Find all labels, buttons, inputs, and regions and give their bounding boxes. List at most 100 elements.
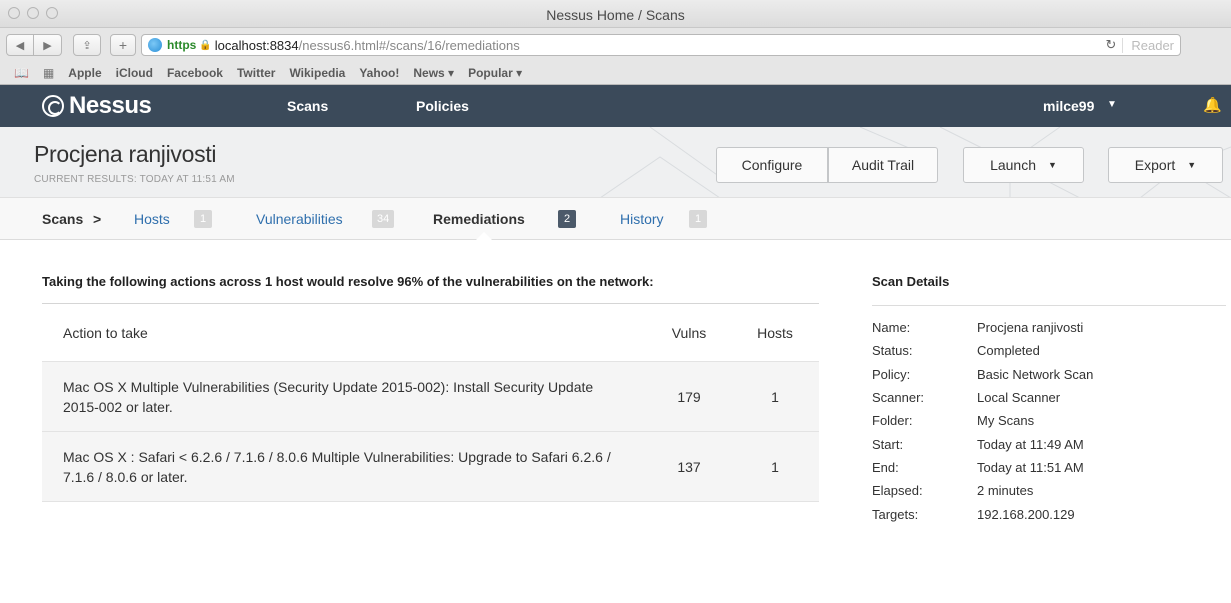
tab-vulnerabilities[interactable]: Vulnerabilities xyxy=(256,211,343,227)
main-content: Taking the following actions across 1 ho… xyxy=(0,240,1231,602)
table-header-row: Action to take Vulns Hosts xyxy=(42,303,819,362)
history-count-badge: 1 xyxy=(689,210,707,228)
bookmark-news[interactable]: News ▾ xyxy=(413,66,454,80)
detail-row: End: Today at 11:51 AM xyxy=(872,456,1226,479)
detail-row: Start: Today at 11:49 AM xyxy=(872,432,1226,455)
new-tab-button[interactable]: + xyxy=(110,34,136,56)
brand-name: Nessus xyxy=(69,92,152,119)
detail-row: Scanner: Local Scanner xyxy=(872,386,1226,409)
bookmark-popular[interactable]: Popular ▾ xyxy=(468,66,522,80)
remediation-hosts: 1 xyxy=(731,361,819,432)
share-icon: ⇪ xyxy=(82,39,92,52)
hosts-count-badge: 1 xyxy=(194,210,212,228)
scan-details-title: Scan Details xyxy=(872,274,950,289)
bookmark-icloud[interactable]: iCloud xyxy=(116,66,153,80)
remediation-vulns: 179 xyxy=(647,361,731,432)
breadcrumb-separator: > xyxy=(93,211,102,227)
window-title: Nessus Home / Scans xyxy=(546,7,685,23)
brand-logo[interactable]: Nessus xyxy=(42,92,152,120)
window-titlebar: Nessus Home / Scans xyxy=(0,0,1231,28)
book-icon[interactable]: 📖 xyxy=(14,66,29,80)
divider xyxy=(872,305,1226,306)
tab-hosts[interactable]: Hosts xyxy=(134,211,170,227)
nessus-logo-icon xyxy=(42,95,64,117)
remediation-action: Mac OS X : Safari < 6.2.6 / 7.1.6 / 8.0.… xyxy=(42,431,647,502)
history-nav: ◀ ▶ xyxy=(6,34,62,56)
detail-row: Elapsed: 2 minutes xyxy=(872,479,1226,502)
detail-label: Targets: xyxy=(872,506,919,522)
detail-label: Name: xyxy=(872,320,911,336)
browser-toolbar: ◀ ▶ ⇪ + https 🔒 localhost:8834 /nessus6.… xyxy=(0,28,1231,62)
https-badge: https xyxy=(167,38,197,52)
audit-trail-button[interactable]: Audit Trail xyxy=(828,147,938,183)
chevron-down-icon: ▼ xyxy=(1187,160,1197,170)
back-button[interactable]: ◀ xyxy=(6,34,34,56)
share-button[interactable]: ⇪ xyxy=(73,34,101,56)
detail-row: Policy: Basic Network Scan xyxy=(872,363,1226,386)
bookmarks-bar: 📖 ▦ Apple iCloud Facebook Twitter Wikipe… xyxy=(0,62,1231,85)
column-header-vulns[interactable]: Vulns xyxy=(647,303,731,362)
forward-button[interactable]: ▶ xyxy=(34,34,62,56)
detail-value: Procjena ranjivosti xyxy=(977,320,1084,336)
export-label: Export xyxy=(1134,157,1176,173)
detail-value: My Scans xyxy=(977,413,1035,429)
chevron-down-icon: ▼ xyxy=(1048,160,1057,170)
detail-label: Elapsed: xyxy=(872,483,923,499)
table-row[interactable]: Mac OS X : Safari < 6.2.6 / 7.1.6 / 8.0.… xyxy=(42,431,819,502)
nav-scans-link[interactable]: Scans xyxy=(287,98,328,114)
detail-row: Folder: My Scans xyxy=(872,409,1226,432)
detail-row: Status: Completed xyxy=(872,339,1226,362)
bookmark-wikipedia[interactable]: Wikipedia xyxy=(289,66,345,80)
launch-label: Launch xyxy=(990,157,1036,173)
detail-value: 2 minutes xyxy=(977,483,1034,499)
lock-icon: 🔒 xyxy=(199,39,212,51)
vulnerabilities-count-badge: 34 xyxy=(372,210,395,228)
active-tab-pointer xyxy=(476,232,492,240)
reader-button[interactable]: Reader xyxy=(1122,37,1174,53)
bookmark-yahoo[interactable]: Yahoo! xyxy=(359,66,399,80)
detail-row: Name: Procjena ranjivosti xyxy=(872,316,1226,339)
detail-label: Status: xyxy=(872,343,913,359)
grid-icon[interactable]: ▦ xyxy=(43,66,54,80)
remediation-hosts: 1 xyxy=(731,431,819,502)
remediation-summary: Taking the following actions across 1 ho… xyxy=(42,274,654,289)
detail-value: Today at 11:51 AM xyxy=(977,459,1084,475)
detail-value: Local Scanner xyxy=(977,390,1061,406)
bookmark-apple[interactable]: Apple xyxy=(68,66,101,80)
remediations-count-badge: 2 xyxy=(558,210,576,228)
tab-history[interactable]: History xyxy=(620,211,664,227)
configure-button[interactable]: Configure xyxy=(716,147,828,183)
user-menu[interactable]: milce99 xyxy=(1043,98,1094,114)
scan-results-timestamp: CURRENT RESULTS: TODAY AT 11:51 AM xyxy=(34,174,235,185)
column-header-hosts[interactable]: Hosts xyxy=(731,303,819,362)
export-button[interactable]: Export ▼ xyxy=(1108,147,1223,183)
detail-value: Basic Network Scan xyxy=(977,366,1094,382)
column-header-action[interactable]: Action to take xyxy=(42,303,647,362)
bookmark-facebook[interactable]: Facebook xyxy=(167,66,223,80)
detail-row: Targets: 192.168.200.129 xyxy=(872,502,1226,525)
detail-value: 192.168.200.129 xyxy=(977,506,1075,522)
table-row[interactable]: Mac OS X Multiple Vulnerabilities (Secur… xyxy=(42,361,819,432)
launch-button[interactable]: Launch ▼ xyxy=(963,147,1084,183)
chevron-down-icon[interactable]: ▼ xyxy=(1107,99,1117,110)
page-header: Procjena ranjivosti CURRENT RESULTS: TOD… xyxy=(0,127,1231,198)
remediations-table: Action to take Vulns Hosts Mac OS X Mult… xyxy=(42,303,819,502)
app-navbar: Nessus Scans Policies milce99 ▼ 🔔 xyxy=(0,85,1231,127)
nav-policies-link[interactable]: Policies xyxy=(416,98,469,114)
url-host: localhost:8834 xyxy=(214,37,299,53)
url-path: /nessus6.html#/scans/16/remediations xyxy=(298,37,520,53)
page-title: Procjena ranjivosti xyxy=(34,141,217,167)
detail-value: Today at 11:49 AM xyxy=(977,436,1084,452)
detail-label: Scanner: xyxy=(872,390,925,406)
detail-label: Policy: xyxy=(872,366,911,382)
site-icon xyxy=(148,38,162,52)
breadcrumb-scans[interactable]: Scans xyxy=(42,211,83,227)
tab-remediations[interactable]: Remediations xyxy=(433,211,525,227)
address-bar[interactable]: https 🔒 localhost:8834 /nessus6.html#/sc… xyxy=(141,34,1181,56)
bell-icon[interactable]: 🔔 xyxy=(1203,96,1222,114)
reload-icon[interactable]: ↻ xyxy=(1105,37,1116,53)
detail-label: Folder: xyxy=(872,413,913,429)
detail-value: Completed xyxy=(977,343,1040,359)
remediation-action: Mac OS X Multiple Vulnerabilities (Secur… xyxy=(42,361,647,432)
bookmark-twitter[interactable]: Twitter xyxy=(237,66,275,80)
